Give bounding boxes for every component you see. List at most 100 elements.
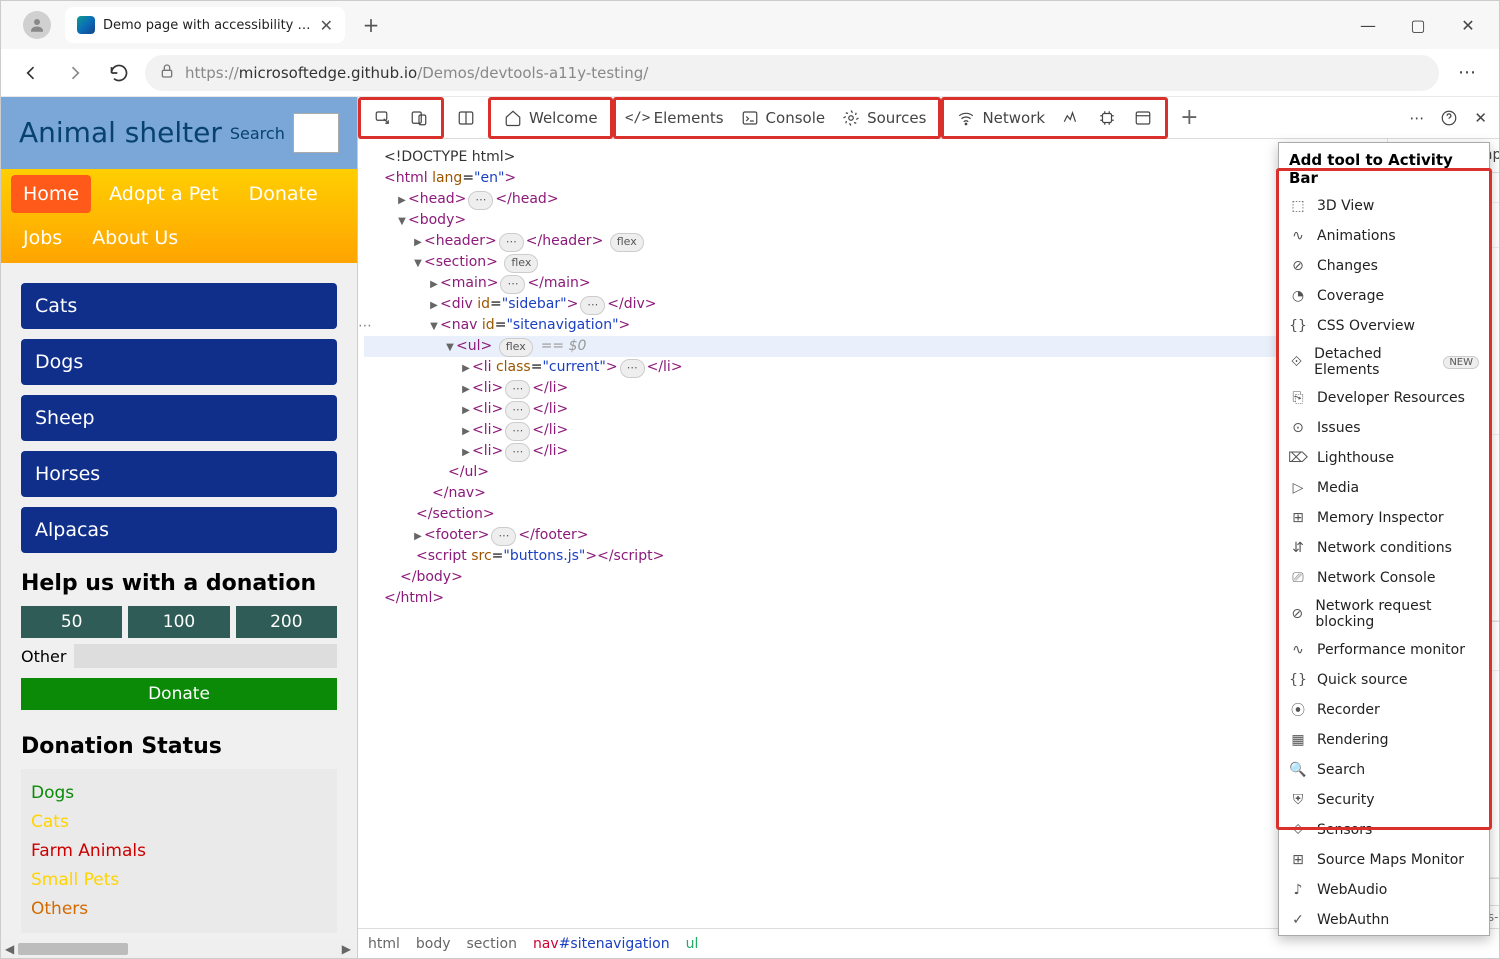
inspect-element-button[interactable] (365, 97, 401, 139)
url-text: https://microsoftedge.github.io/Demos/de… (185, 64, 648, 82)
nav-adopt[interactable]: Adopt a Pet (97, 175, 231, 213)
lock-icon (159, 63, 175, 83)
nav-jobs[interactable]: Jobs (11, 219, 74, 257)
panel-tabs-group: </>Elements Console Sources (613, 97, 942, 139)
popup-title: Add tool to Activity Bar (1279, 143, 1489, 191)
tool-item-security[interactable]: ⛨Security (1279, 785, 1489, 815)
sidebar-item-sheep[interactable]: Sheep (21, 395, 337, 441)
tool-item-detached-elements[interactable]: ⟐Detached ElementsNEW (1279, 341, 1489, 383)
tool-item-webaudio[interactable]: ♪WebAudio (1279, 875, 1489, 905)
search-label: Search (230, 124, 285, 143)
tool-item-3d-view[interactable]: ⬚3D View (1279, 191, 1489, 221)
status-list: Dogs Cats Farm Animals Small Pets Others (21, 769, 337, 933)
devtools-toolbar: Welcome </>Elements Console Sources Netw… (358, 97, 1499, 139)
donate-button[interactable]: Donate (21, 678, 337, 710)
tool-item-coverage[interactable]: ◔Coverage (1279, 281, 1489, 311)
tool-item-network-console[interactable]: ⎚Network Console (1279, 563, 1489, 593)
profile-button[interactable] (23, 11, 51, 39)
network-tab[interactable]: Network (948, 97, 1053, 139)
tool-item-lighthouse[interactable]: ⌦Lighthouse (1279, 443, 1489, 473)
console-tab[interactable]: Console (732, 97, 834, 139)
close-icon[interactable]: ✕ (320, 16, 333, 35)
add-tool-button[interactable]: + (1172, 97, 1206, 139)
sidebar-item-horses[interactable]: Horses (21, 451, 337, 497)
memory-tab[interactable] (1089, 97, 1125, 139)
page-title: Animal shelter (19, 118, 222, 149)
welcome-tab[interactable]: Welcome (488, 97, 613, 139)
inspect-group (358, 97, 444, 139)
tool-item-memory-inspector[interactable]: ⊞Memory Inspector (1279, 503, 1489, 533)
nav-home[interactable]: Home (11, 175, 91, 213)
tool-item-webauthn[interactable]: ✓WebAuthn (1279, 905, 1489, 935)
back-button[interactable] (13, 55, 49, 91)
rendered-page: Animal shelter Search Home Adopt a Pet D… (1, 97, 357, 958)
devtools-help-button[interactable] (1432, 97, 1466, 139)
elements-tab[interactable]: </>Elements (620, 97, 732, 139)
dock-button[interactable] (448, 97, 484, 139)
tool-icon: {} (1289, 316, 1307, 336)
tool-icon: ⌦ (1289, 448, 1307, 468)
nav-donate[interactable]: Donate (237, 175, 330, 213)
other-label: Other (21, 647, 66, 666)
tool-item-issues[interactable]: ⊙Issues (1279, 413, 1489, 443)
other-input[interactable] (74, 644, 337, 668)
tool-icon: ⬚ (1289, 196, 1307, 216)
maximize-button[interactable]: ▢ (1395, 5, 1441, 45)
tool-icon: ⟐ (1289, 352, 1304, 372)
tool-item-performance-monitor[interactable]: ∿Performance monitor (1279, 635, 1489, 665)
sidebar-item-alpacas[interactable]: Alpacas (21, 507, 337, 553)
tool-icon: 🔍 (1289, 760, 1307, 780)
refresh-button[interactable] (101, 55, 137, 91)
browser-tab[interactable]: Demo page with accessibility issu ✕ (65, 7, 345, 43)
devtools-close-button[interactable]: ✕ (1466, 97, 1495, 139)
tool-item-rendering[interactable]: ▦Rendering (1279, 725, 1489, 755)
amount-100[interactable]: 100 (128, 606, 229, 638)
tool-item-search[interactable]: 🔍Search (1279, 755, 1489, 785)
tool-item-sensors[interactable]: ⟐Sensors (1279, 815, 1489, 845)
tool-item-source-maps-monitor[interactable]: ⊞Source Maps Monitor (1279, 845, 1489, 875)
tool-icon: ⎘ (1289, 388, 1307, 408)
tool-item-animations[interactable]: ∿Animations (1279, 221, 1489, 251)
forward-button[interactable] (57, 55, 93, 91)
page-nav: Home Adopt a Pet Donate Jobs About Us (1, 169, 357, 263)
tool-item-quick-source[interactable]: {}Quick source (1279, 665, 1489, 695)
toolbar: https://microsoftedge.github.io/Demos/de… (1, 49, 1499, 97)
settings-menu-button[interactable]: ⋯ (1447, 62, 1487, 83)
tool-icon: ⊞ (1289, 850, 1307, 870)
tool-item-network-request-blocking[interactable]: ⊘Network request blocking (1279, 593, 1489, 635)
minimize-button[interactable]: — (1345, 5, 1391, 45)
tool-item-changes[interactable]: ⊘Changes (1279, 251, 1489, 281)
sources-tab[interactable]: Sources (833, 97, 934, 139)
horizontal-scrollbar[interactable]: ◀▶ (1, 940, 355, 958)
tool-item-recorder[interactable]: ⦿Recorder (1279, 695, 1489, 725)
dom-tree[interactable]: ⋯ <!DOCTYPE html> <html lang="en"> ▶<hea… (358, 139, 1387, 928)
tool-icon: ✓ (1289, 910, 1307, 930)
tool-icon: ∿ (1289, 640, 1307, 660)
sidebar-item-cats[interactable]: Cats (21, 283, 337, 329)
device-toggle-button[interactable] (401, 97, 437, 139)
close-window-button[interactable]: ✕ (1445, 5, 1491, 45)
tool-item-media[interactable]: ▷Media (1279, 473, 1489, 503)
tool-item-css-overview[interactable]: {}CSS Overview (1279, 311, 1489, 341)
address-input[interactable]: https://microsoftedge.github.io/Demos/de… (145, 55, 1439, 91)
nav-about[interactable]: About Us (80, 219, 190, 257)
edge-icon (77, 16, 95, 34)
application-tab[interactable] (1125, 97, 1161, 139)
tab-title: Demo page with accessibility issu (103, 18, 312, 33)
tool-icon: ∿ (1289, 226, 1307, 246)
devtools-more-button[interactable]: ⋯ (1401, 97, 1432, 139)
search-input[interactable] (293, 113, 339, 153)
amount-200[interactable]: 200 (236, 606, 337, 638)
amount-50[interactable]: 50 (21, 606, 122, 638)
tool-icon: {} (1289, 670, 1307, 690)
tool-icon: ⊙ (1289, 418, 1307, 438)
tool-icon: ♪ (1289, 880, 1307, 900)
new-tab-button[interactable]: + (353, 7, 389, 43)
tool-item-developer-resources[interactable]: ⎘Developer Resources (1279, 383, 1489, 413)
sidebar-item-dogs[interactable]: Dogs (21, 339, 337, 385)
tool-icon: ⊘ (1289, 604, 1305, 624)
tool-icon: ⊞ (1289, 508, 1307, 528)
performance-tab[interactable] (1053, 97, 1089, 139)
more-tabs-group: Network (941, 97, 1168, 139)
tool-item-network-conditions[interactable]: ⇵Network conditions (1279, 533, 1489, 563)
